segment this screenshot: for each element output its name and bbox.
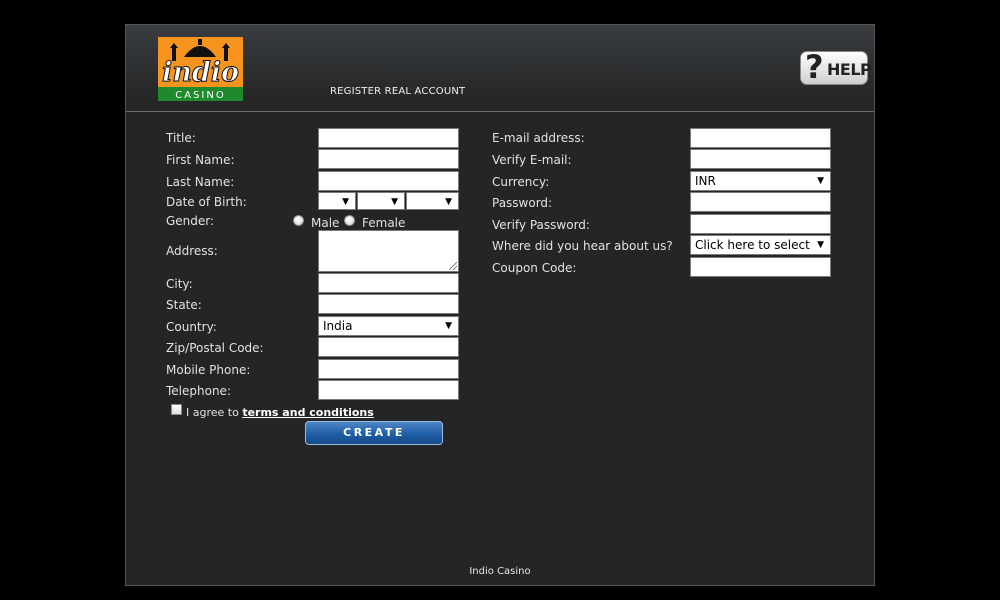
question-mark-icon: ? bbox=[805, 48, 824, 86]
dob-month-select[interactable]: ▼ bbox=[357, 192, 405, 210]
last-name-input[interactable] bbox=[318, 171, 459, 191]
verify-password-label: Verify Password: bbox=[492, 218, 590, 232]
gender-male-radio[interactable] bbox=[293, 215, 304, 226]
first-name-label: First Name: bbox=[166, 153, 235, 167]
date-of-birth-label: Date of Birth: bbox=[166, 195, 247, 209]
help-button[interactable]: ? HELP bbox=[800, 48, 872, 86]
city-label: City: bbox=[166, 277, 193, 291]
telephone-label: Telephone: bbox=[166, 384, 231, 398]
country-label: Country: bbox=[166, 320, 217, 334]
country-select-value: India bbox=[323, 319, 353, 333]
state-label: State: bbox=[166, 298, 202, 312]
dropdown-arrow-icon: ▼ bbox=[817, 176, 824, 186]
registration-window: indio CASINO REGISTER REAL ACCOUNT ? HEL… bbox=[125, 24, 875, 586]
page-title: REGISTER REAL ACCOUNT bbox=[330, 86, 466, 97]
terms-link[interactable]: terms and conditions bbox=[242, 406, 373, 419]
mobile-phone-input[interactable] bbox=[318, 359, 459, 379]
dropdown-arrow-icon: ▼ bbox=[445, 321, 452, 331]
coupon-code-input[interactable] bbox=[690, 257, 831, 277]
gender-male-label: Male bbox=[311, 216, 340, 230]
title-input[interactable] bbox=[318, 128, 459, 148]
svg-text:CASINO: CASINO bbox=[175, 90, 225, 101]
dropdown-arrow-icon: ▼ bbox=[342, 197, 349, 207]
address-label: Address: bbox=[166, 244, 218, 258]
agree-prefix: I agree to bbox=[186, 406, 239, 419]
address-textarea[interactable] bbox=[318, 230, 459, 272]
gender-female-label: Female bbox=[362, 216, 406, 230]
country-select[interactable]: India ▼ bbox=[318, 316, 459, 336]
gender-female-radio[interactable] bbox=[344, 215, 355, 226]
svg-text:indio: indio bbox=[162, 57, 239, 88]
last-name-label: Last Name: bbox=[166, 175, 235, 189]
telephone-input[interactable] bbox=[318, 380, 459, 400]
dropdown-arrow-icon: ▼ bbox=[817, 240, 824, 250]
first-name-input[interactable] bbox=[318, 149, 459, 169]
email-input[interactable] bbox=[690, 128, 831, 148]
email-label: E-mail address: bbox=[492, 131, 585, 145]
dob-day-select[interactable]: ▼ bbox=[318, 192, 356, 210]
currency-select[interactable]: INR ▼ bbox=[690, 171, 831, 191]
title-label: Title: bbox=[166, 131, 196, 145]
dob-year-select[interactable]: ▼ bbox=[406, 192, 459, 210]
footer-text: Indio Casino bbox=[469, 566, 531, 577]
agree-terms-checkbox[interactable] bbox=[171, 404, 182, 415]
currency-label: Currency: bbox=[492, 175, 550, 189]
gender-label: Gender: bbox=[166, 214, 215, 228]
verify-password-input[interactable] bbox=[690, 214, 831, 234]
zip-input[interactable] bbox=[318, 337, 459, 357]
resize-grip-icon[interactable] bbox=[449, 262, 457, 270]
dropdown-arrow-icon: ▼ bbox=[445, 197, 452, 207]
zip-label: Zip/Postal Code: bbox=[166, 341, 264, 355]
agree-terms-text: I agree to terms and conditions bbox=[186, 406, 374, 419]
coupon-code-label: Coupon Code: bbox=[492, 261, 577, 275]
header: indio CASINO REGISTER REAL ACCOUNT ? HEL… bbox=[126, 25, 874, 112]
verify-email-label: Verify E-mail: bbox=[492, 153, 572, 167]
hear-about-select[interactable]: Click here to select ▼ bbox=[690, 235, 831, 255]
state-input[interactable] bbox=[318, 294, 459, 314]
city-input[interactable] bbox=[318, 273, 459, 293]
password-label: Password: bbox=[492, 196, 553, 210]
dropdown-arrow-icon: ▼ bbox=[391, 197, 398, 207]
currency-select-value: INR bbox=[695, 174, 716, 188]
help-label: HELP bbox=[827, 60, 872, 79]
hear-about-label: Where did you hear about us? bbox=[492, 239, 673, 253]
verify-email-input[interactable] bbox=[690, 149, 831, 169]
mobile-phone-label: Mobile Phone: bbox=[166, 363, 251, 377]
password-input[interactable] bbox=[690, 192, 831, 212]
create-button[interactable]: CREATE bbox=[305, 421, 443, 445]
indio-casino-logo: indio CASINO bbox=[158, 37, 243, 101]
hear-about-select-value: Click here to select bbox=[695, 238, 810, 252]
